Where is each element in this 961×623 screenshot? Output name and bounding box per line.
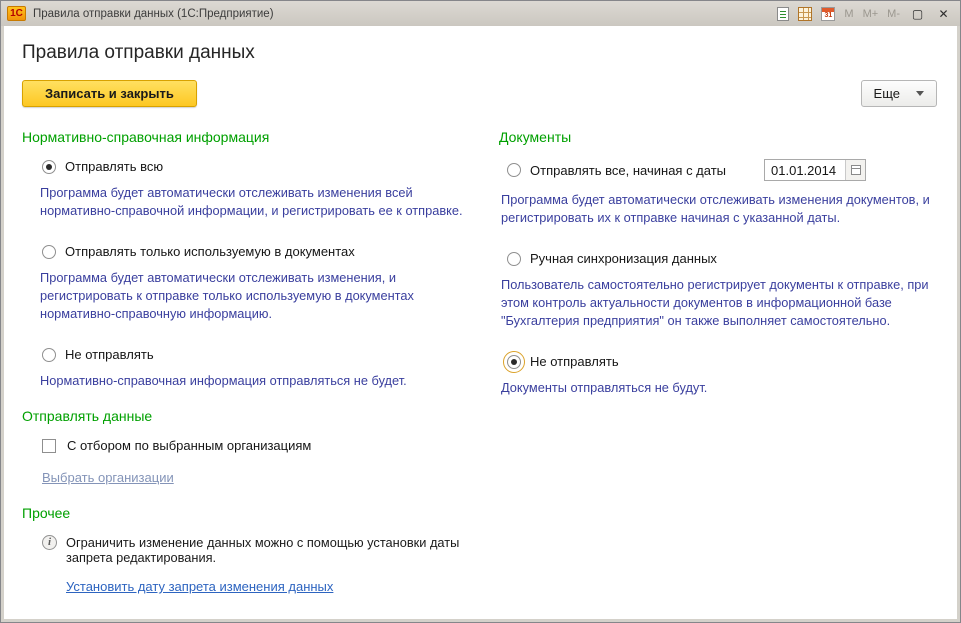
checkbox-icon[interactable]	[42, 439, 56, 453]
radio-label: Не отправлять	[65, 347, 154, 362]
radio-send-from-date[interactable]: Отправлять все, начиная с даты 01.01.201…	[507, 159, 939, 181]
close-button[interactable]: ✕	[935, 5, 952, 22]
info-note: i Ограничить изменение данных можно с по…	[42, 535, 484, 565]
radio-send-used-only-nsi[interactable]: Отправлять только используемую в докумен…	[42, 244, 484, 259]
send-data-heading: Отправлять данные	[22, 408, 484, 424]
radio-no-send-nsi[interactable]: Не отправлять	[42, 347, 484, 362]
documents-section: Документы Отправлять все, начиная с даты…	[499, 129, 939, 415]
start-date-input[interactable]: 01.01.2014	[764, 159, 866, 181]
choose-organizations-link[interactable]: Выбрать организации	[42, 470, 174, 485]
nsi-heading: Нормативно-справочная информация	[22, 129, 484, 145]
option-description: Документы отправляться не будут.	[501, 379, 931, 397]
radio-icon[interactable]	[507, 355, 521, 369]
checkbox-filter-by-organizations[interactable]: С отбором по выбранным организациям	[42, 438, 484, 453]
form-content: Правила отправки данных Записать и закры…	[4, 26, 957, 619]
app-window: 1С Правила отправки данных (1С:Предприят…	[0, 0, 961, 623]
radio-icon[interactable]	[42, 348, 56, 362]
toolbar: Записать и закрыть Еще	[22, 80, 939, 107]
calendar-picker-icon	[851, 165, 861, 175]
memory-m-plus-button[interactable]: М+	[863, 8, 879, 20]
calculator-icon[interactable]	[798, 7, 812, 21]
radio-send-all-nsi[interactable]: Отправлять всю	[42, 159, 484, 174]
nsi-section: Нормативно-справочная информация Отправл…	[22, 129, 484, 596]
document-icon[interactable]	[777, 7, 789, 21]
calendar-icon[interactable]: 31	[821, 7, 835, 21]
radio-no-send-documents[interactable]: Не отправлять	[507, 354, 939, 369]
more-button[interactable]: Еще	[861, 80, 937, 107]
option-description: Программа будет автоматически отслеживат…	[40, 184, 464, 220]
documents-heading: Документы	[499, 129, 939, 145]
option-description: Нормативно-справочная информация отправл…	[40, 372, 464, 390]
radio-icon[interactable]	[507, 163, 521, 177]
radio-label: Отправлять только используемую в докумен…	[65, 244, 355, 259]
calendar-picker-button[interactable]	[845, 160, 865, 180]
start-date-value[interactable]: 01.01.2014	[765, 160, 845, 180]
radio-manual-sync[interactable]: Ручная синхронизация данных	[507, 251, 939, 266]
window-title: Правила отправки данных (1С:Предприятие)	[33, 8, 770, 20]
save-and-close-button[interactable]: Записать и закрыть	[22, 80, 197, 107]
other-heading: Прочее	[22, 505, 484, 521]
titlebar-icons: 31 М М+ М- ▢ ✕	[777, 5, 952, 22]
radio-icon[interactable]	[507, 252, 521, 266]
radio-label: Ручная синхронизация данных	[530, 251, 717, 266]
radio-icon[interactable]	[42, 245, 56, 259]
more-button-label: Еще	[874, 86, 900, 101]
titlebar: 1С Правила отправки данных (1С:Предприят…	[1, 1, 960, 26]
memory-m-minus-button[interactable]: М-	[887, 8, 900, 20]
set-restriction-date-link[interactable]: Установить дату запрета изменения данных	[66, 579, 333, 594]
radio-icon[interactable]	[42, 160, 56, 174]
page-title: Правила отправки данных	[22, 42, 939, 64]
radio-label: Отправлять все, начиная с даты	[530, 163, 726, 178]
radio-label: Не отправлять	[530, 354, 619, 369]
dropdown-arrow-icon	[916, 91, 924, 96]
radio-label: Отправлять всю	[65, 159, 163, 174]
info-text: Ограничить изменение данных можно с помо…	[66, 535, 484, 565]
maximize-button[interactable]: ▢	[909, 5, 926, 22]
option-description: Программа будет автоматически отслеживат…	[40, 269, 464, 323]
info-icon: i	[42, 535, 57, 550]
1c-logo-icon: 1С	[7, 6, 26, 21]
option-description: Программа будет автоматически отслеживат…	[501, 191, 931, 227]
option-description: Пользователь самостоятельно регистрирует…	[501, 276, 931, 330]
checkbox-label: С отбором по выбранным организациям	[67, 438, 311, 453]
memory-m-button[interactable]: М	[844, 8, 853, 20]
